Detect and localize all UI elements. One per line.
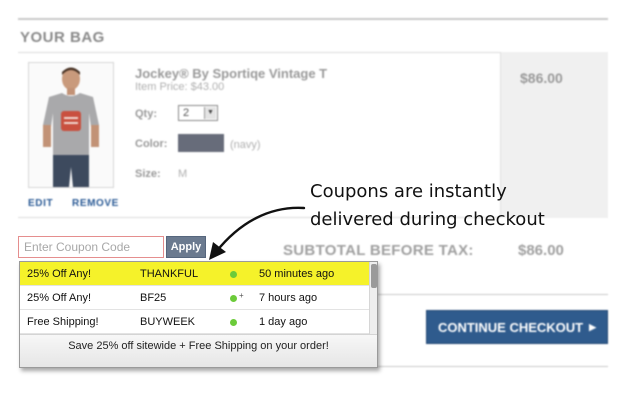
checkout-label: CONTINUE CHECKOUT: [437, 319, 584, 335]
coupon-row[interactable]: 25% Off Any! BF25 + 7 hours ago: [20, 286, 369, 310]
subtotal-label: SUBTOTAL BEFORE TAX:: [283, 242, 474, 259]
coupon-age: 50 minutes ago: [259, 268, 335, 280]
coupon-offer: 25% Off Any!: [27, 268, 92, 280]
remove-link[interactable]: REMOVE: [72, 198, 119, 209]
coupon-dropdown: 25% Off Any! THANKFUL 50 minutes ago 25%…: [19, 261, 378, 368]
product-name[interactable]: Jockey® By Sportiqe Vintage T: [135, 66, 327, 81]
scrollbar-thumb[interactable]: [371, 264, 377, 288]
status-dot-icon: [230, 319, 237, 326]
color-swatch: [178, 134, 224, 152]
size-label: Size:: [135, 168, 161, 180]
chevron-down-icon: ▼: [204, 107, 216, 119]
color-label: Color:: [135, 138, 168, 150]
top-divider: [18, 18, 608, 20]
size-value: M: [178, 168, 188, 180]
item-price: Item Price: $43.00: [135, 81, 225, 93]
coupon-offer: Free Shipping!: [27, 316, 99, 328]
curved-arrow-icon: [209, 206, 306, 260]
coupon-row[interactable]: 25% Off Any! THANKFUL 50 minutes ago: [20, 262, 369, 286]
status-dot-icon: [230, 295, 237, 302]
coupon-row[interactable]: Free Shipping! BUYWEEK 1 day ago: [20, 310, 369, 334]
line-price: $86.00: [520, 70, 563, 86]
product-image[interactable]: [28, 62, 114, 188]
quantity-select[interactable]: 2 ▼: [178, 105, 218, 121]
coupon-code: BUYWEEK: [140, 316, 196, 328]
dropdown-scrollbar[interactable]: [369, 262, 377, 334]
continue-checkout-button[interactable]: CONTINUE CHECKOUT ▶: [426, 310, 608, 344]
annotation-callout: Coupons are instantly delivered during c…: [310, 178, 630, 234]
plus-icon: +: [239, 291, 244, 300]
checkout-divider: [378, 294, 608, 295]
coupon-age: 7 hours ago: [259, 292, 318, 304]
status-dot-icon: [230, 271, 237, 278]
quantity-value: 2: [183, 107, 190, 119]
coupon-code-input[interactable]: [18, 236, 164, 258]
triangle-right-icon: ▶: [589, 321, 597, 332]
qty-label: Qty:: [135, 108, 157, 120]
bag-title: YOUR BAG: [20, 29, 105, 46]
subtotal-value: $86.00: [518, 242, 564, 259]
coupon-offer: 25% Off Any!: [27, 292, 92, 304]
annotation-line-1: Coupons are instantly: [310, 181, 507, 202]
dropdown-footer: Save 25% off sitewide + Free Shipping on…: [20, 334, 377, 367]
annotation-line-2: delivered during checkout: [310, 209, 545, 230]
coupon-code: THANKFUL: [140, 268, 199, 280]
color-name: (navy): [230, 139, 261, 151]
bottom-divider: [378, 366, 608, 367]
edit-link[interactable]: EDIT: [28, 198, 53, 209]
coupon-age: 1 day ago: [259, 316, 308, 328]
coupon-code: BF25: [140, 292, 167, 304]
